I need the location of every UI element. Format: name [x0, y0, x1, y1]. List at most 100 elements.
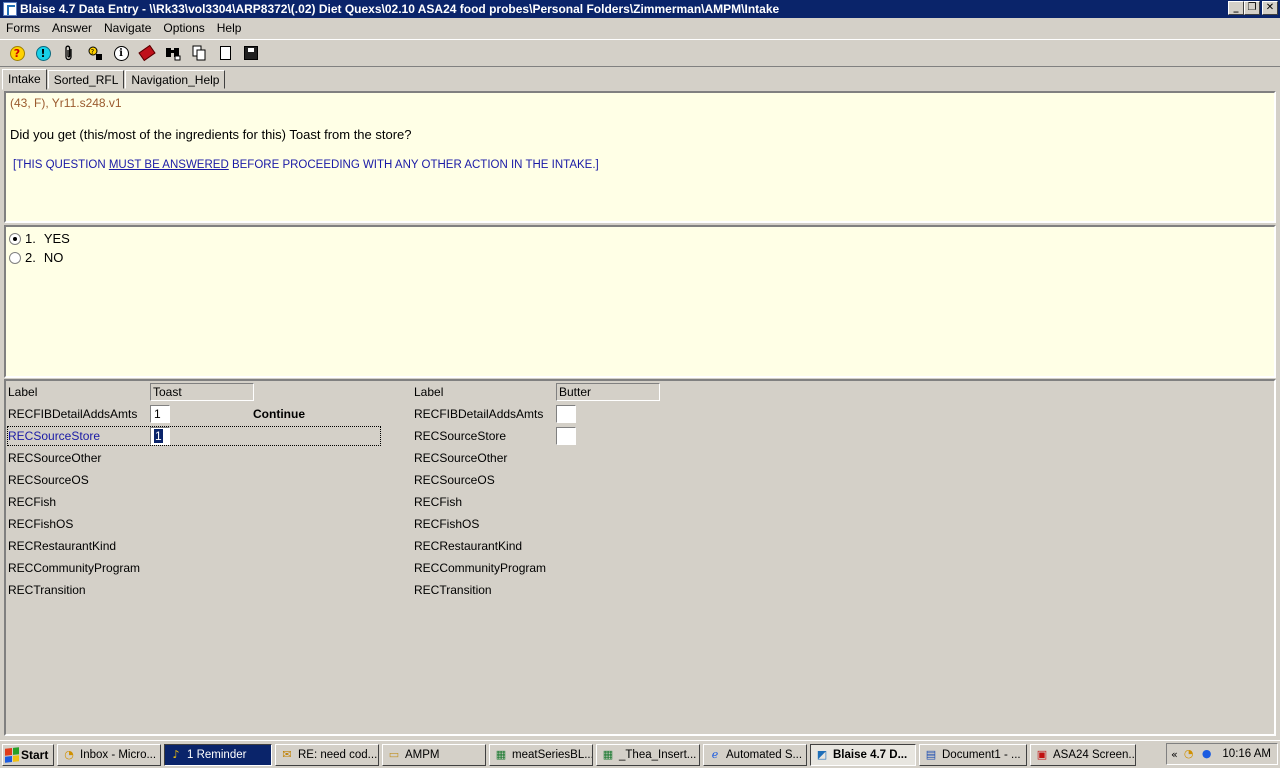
right-field-row[interactable]: RECSourceOther — [414, 448, 794, 468]
task-ie-automated[interactable]: ℯ Automated S... — [703, 743, 807, 766]
menu-forms[interactable]: Forms — [0, 21, 46, 35]
task-label: meatSeriesBL... — [512, 748, 593, 761]
alert-icon: ! — [35, 45, 51, 61]
remark-button[interactable] — [56, 41, 82, 65]
left-field-row[interactable]: RECCommunityProgram — [8, 558, 388, 578]
page-tabs: Intake Sorted_RFL Navigation_Help — [2, 69, 226, 90]
find-button[interactable]: ? — [82, 41, 108, 65]
close-button[interactable]: ✕ — [1262, 1, 1278, 15]
right-field-row[interactable]: RECFish — [414, 492, 794, 512]
left-field-row[interactable]: RECSourceOther — [8, 448, 388, 468]
right-adds-amts-input[interactable] — [556, 405, 576, 423]
right-source-store-input[interactable] — [556, 427, 576, 445]
task-excel-meatseries[interactable]: ▦ meatSeriesBL... — [489, 743, 593, 766]
svg-text:?: ? — [91, 48, 95, 56]
right-label-title: Label — [414, 385, 444, 399]
task-reminder[interactable]: ♪ 1 Reminder — [164, 743, 272, 766]
option-label: YES — [43, 231, 70, 246]
left-field-row[interactable]: RECSourceStore 1 — [8, 426, 388, 446]
right-field-row[interactable]: RECRestaurantKind — [414, 536, 794, 556]
task-folder-ampm[interactable]: ▭ AMPM — [382, 743, 486, 766]
menu-answer[interactable]: Answer — [46, 21, 98, 35]
clock[interactable]: 10:16 AM — [1222, 748, 1271, 760]
task-blaise[interactable]: ◩ Blaise 4.7 D... — [810, 743, 916, 766]
right-field-row[interactable]: RECCommunityProgram — [414, 558, 794, 578]
radio-no[interactable] — [9, 251, 21, 264]
left-field-name: RECRestaurantKind — [8, 539, 117, 553]
task-word-document[interactable]: ▤ Document1 - ... — [919, 743, 1027, 766]
tab-sorted-rfl[interactable]: Sorted_RFL — [47, 70, 125, 89]
right-field-row[interactable]: RECFishOS — [414, 514, 794, 534]
task-pdf-asa24[interactable]: ▣ ASA24 Screen... — [1030, 743, 1136, 766]
selected-value: 1 — [154, 429, 163, 443]
menu-options[interactable]: Options — [157, 21, 210, 35]
task-label: Blaise 4.7 D... — [833, 748, 908, 761]
outlook-tray-icon[interactable]: ◔ — [1182, 747, 1196, 761]
menu-navigate[interactable]: Navigate — [98, 21, 157, 35]
question-text: Did you get (this/most of the ingredient… — [10, 127, 412, 142]
info-icon: i — [113, 45, 129, 61]
right-field-name: RECSourceOther — [414, 451, 508, 465]
menu-help[interactable]: Help — [211, 21, 248, 35]
left-field-name: RECFish — [8, 495, 57, 509]
option-code: 1. — [25, 231, 36, 246]
pdf-icon: ▣ — [1036, 747, 1048, 761]
source-store-input[interactable]: 1 — [150, 427, 170, 445]
option-label: NO — [43, 250, 64, 265]
task-excel-thea[interactable]: ▦ _Thea_Insert... — [596, 743, 700, 766]
task-outlook-inbox[interactable]: ◔ Inbox - Micro... — [57, 743, 161, 766]
left-field-name: RECFIBDetailAddsAmts — [8, 407, 138, 421]
right-field-row[interactable]: RECTransition — [414, 580, 794, 600]
task-label: Automated S... — [726, 748, 803, 761]
right-field-name: RECSourceOS — [414, 473, 495, 487]
left-field-row[interactable]: RECFIBDetailAddsAmts 1 Continue — [8, 404, 388, 424]
alert-button[interactable]: ! — [30, 41, 56, 65]
title-bar: Blaise 4.7 Data Entry - \\Rk33\vol3304\A… — [0, 0, 1280, 18]
warning-suffix: BEFORE PROCEEDING WITH ANY OTHER ACTION … — [228, 159, 599, 171]
left-field-row[interactable]: RECRestaurantKind — [8, 536, 388, 556]
right-field-row[interactable]: RECFIBDetailAddsAmts — [414, 404, 794, 424]
network-tray-icon[interactable]: ● — [1200, 747, 1214, 761]
right-field-row[interactable]: RECSourceStore — [414, 426, 794, 446]
bell-icon: ♪ — [172, 747, 180, 761]
answer-option-yes[interactable]: 1. YES — [9, 229, 1271, 248]
radio-yes[interactable] — [9, 232, 21, 245]
left-field-name: RECSourceOther — [8, 451, 102, 465]
tab-navigation-help[interactable]: Navigation_Help — [125, 70, 226, 89]
task-label: AMPM — [405, 748, 440, 761]
left-label-value: Toast — [150, 383, 254, 401]
new-doc-icon — [219, 46, 231, 60]
word-icon: ▤ — [925, 747, 937, 761]
blaise-app-icon[interactable] — [3, 2, 17, 16]
new-form-button[interactable] — [212, 41, 238, 65]
left-adds-amts-input[interactable]: 1 — [150, 405, 170, 423]
minimize-button[interactable]: _ — [1228, 1, 1244, 15]
show-hidden-icons-icon[interactable]: « — [1171, 748, 1178, 761]
save-button[interactable] — [238, 41, 264, 65]
tag-button[interactable] — [134, 41, 160, 65]
search-button[interactable] — [160, 41, 186, 65]
tab-intake[interactable]: Intake — [2, 69, 47, 90]
left-field-name-focused: RECSourceStore — [8, 429, 101, 443]
right-field-name: RECFish — [414, 495, 463, 509]
left-field-name: RECFishOS — [8, 517, 74, 531]
task-label: Inbox - Micro... — [80, 748, 157, 761]
copy-button[interactable] — [186, 41, 212, 65]
left-field-row[interactable]: RECSourceOS — [8, 470, 388, 490]
option-code: 2. — [25, 250, 36, 265]
warning-emphasis: MUST BE ANSWERED — [108, 159, 229, 171]
restore-button[interactable]: ❐ — [1244, 1, 1260, 15]
right-field-row[interactable]: RECSourceOS — [414, 470, 794, 490]
task-mail-reply[interactable]: ✉ RE: need cod... — [275, 743, 379, 766]
start-button[interactable]: Start — [2, 743, 54, 766]
left-field-row[interactable]: RECTransition — [8, 580, 388, 600]
left-field-row[interactable]: RECFishOS — [8, 514, 388, 534]
left-field-name: RECTransition — [8, 583, 86, 597]
info-button[interactable]: i — [108, 41, 134, 65]
help-button[interactable]: ? — [4, 41, 30, 65]
left-field-row[interactable]: RECFish — [8, 492, 388, 512]
blaise-icon: ◩ — [816, 747, 828, 761]
continue-label: Continue — [253, 407, 305, 421]
answer-option-no[interactable]: 2. NO — [9, 248, 1271, 267]
find-replace-icon: ? — [88, 46, 102, 60]
